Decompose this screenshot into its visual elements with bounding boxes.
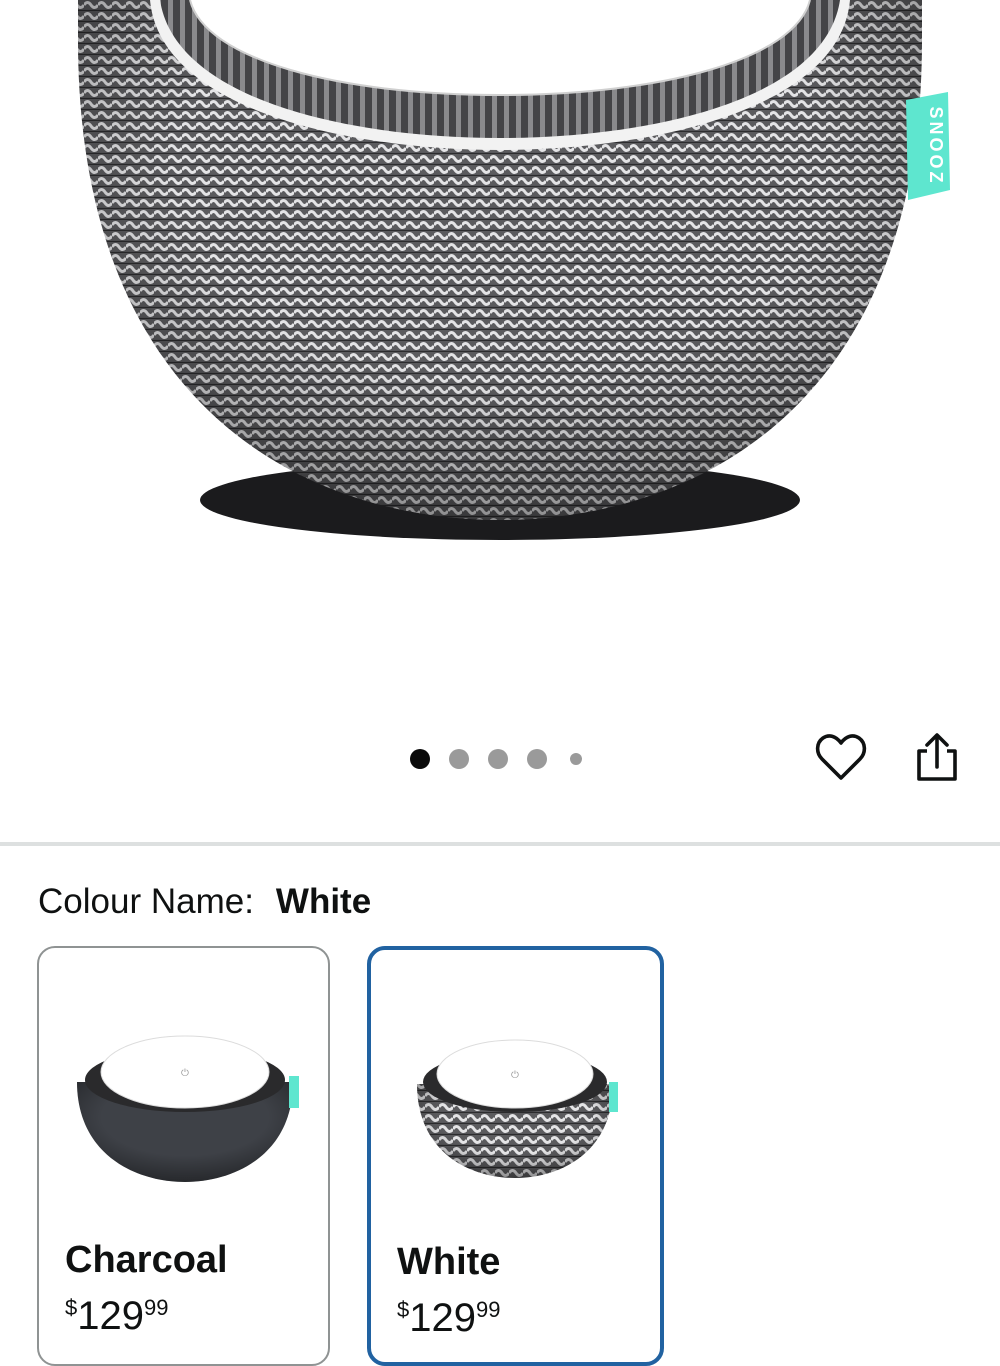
- svg-text:⏻: ⏻: [511, 1070, 519, 1081]
- carousel-dot-1[interactable]: [410, 749, 430, 769]
- charcoal-thumbnail: ⏻: [77, 1035, 299, 1182]
- product-photo: SNOOZ: [78, 0, 950, 540]
- image-carousel-dots[interactable]: [410, 747, 601, 771]
- variant-name: Charcoal: [65, 1239, 228, 1281]
- carousel-dot-2[interactable]: [449, 749, 469, 769]
- variant-name: White: [397, 1241, 501, 1283]
- product-image[interactable]: SNOOZ: [0, 0, 1000, 700]
- carousel-dot-3[interactable]: [488, 749, 508, 769]
- variant-price: $12999: [65, 1294, 169, 1338]
- colour-name-row: Colour Name: White: [38, 880, 371, 924]
- heart-icon[interactable]: [815, 732, 867, 784]
- carousel-dot-4[interactable]: [527, 749, 547, 769]
- colour-name-value: White: [275, 882, 372, 921]
- colour-option-white[interactable]: ⏻ White $12999: [367, 946, 664, 1366]
- brand-tag: SNOOZ: [906, 92, 950, 200]
- section-divider: [0, 842, 1000, 846]
- white-thumbnail: ⏻: [417, 1039, 618, 1178]
- variant-price: $12999: [397, 1296, 501, 1340]
- svg-text:⏻: ⏻: [181, 1068, 189, 1079]
- colour-name-label: Colour Name:: [38, 882, 254, 921]
- brand-tag-text: SNOOZ: [926, 106, 946, 185]
- share-icon[interactable]: [913, 731, 961, 785]
- carousel-dot-5[interactable]: [570, 753, 582, 765]
- colour-option-charcoal[interactable]: ⏻ Charcoal $12999: [37, 946, 330, 1366]
